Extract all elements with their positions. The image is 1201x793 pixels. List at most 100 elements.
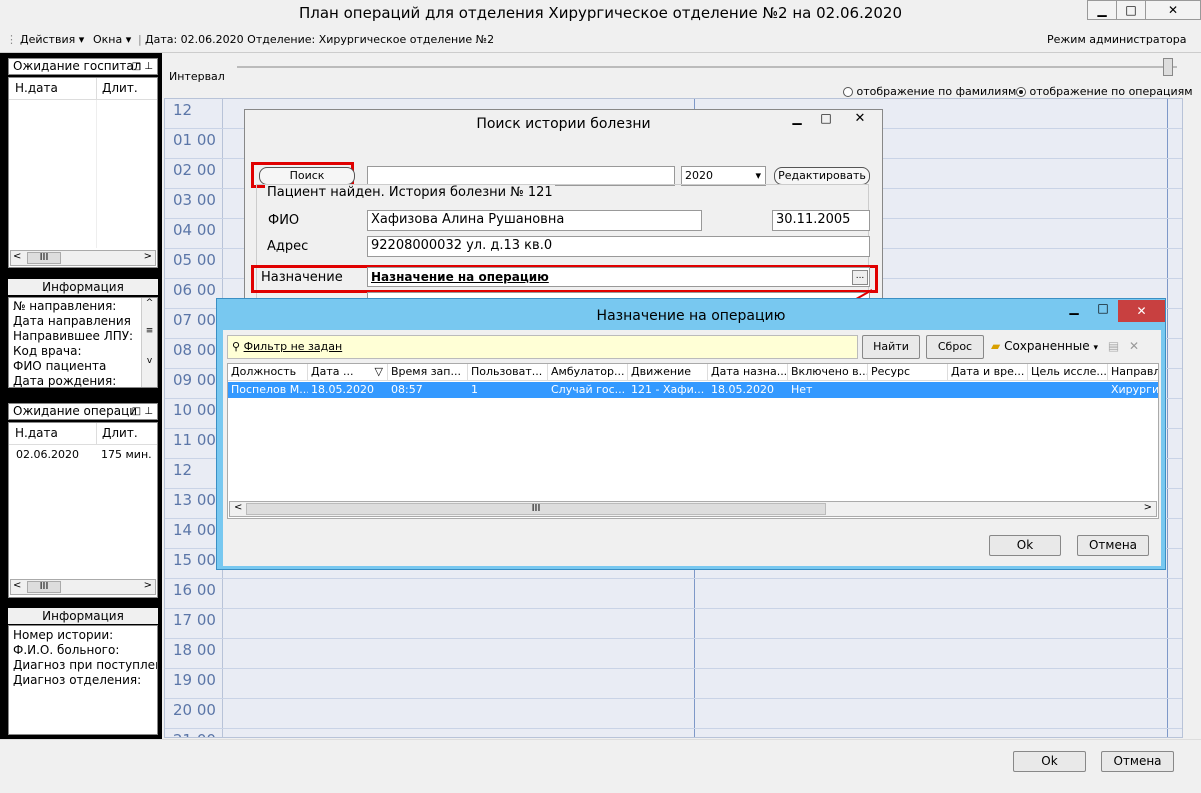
- footer-cancel-button[interactable]: Отмена: [1101, 751, 1174, 772]
- hour-label: 06 00: [173, 281, 216, 299]
- dob-field[interactable]: 30.11.2005: [772, 210, 870, 231]
- close-icon[interactable]: ✕: [1129, 339, 1139, 353]
- info2-title: Информация: [8, 608, 158, 624]
- assign-table: Должность Дата ... ▽ Время зап... Пользов…: [227, 363, 1159, 519]
- info1-line: Код врача:: [13, 344, 82, 358]
- reset-button[interactable]: Сброс: [926, 335, 984, 359]
- dialog-maximize-button[interactable]: □: [1088, 301, 1118, 321]
- hour-label: 20 00: [173, 701, 216, 719]
- saved-menu[interactable]: ▰ Сохраненные ▾ ▤ ✕: [991, 339, 1139, 353]
- assign-dialog-body: ⚲ Фильтр не задан Найти Сброс ▰ Сохранен…: [223, 330, 1161, 566]
- column-header[interactable]: Должность: [228, 364, 308, 380]
- column-header[interactable]: Цель иссле...: [1028, 364, 1108, 380]
- cancel-button[interactable]: Отмена: [1077, 535, 1149, 556]
- dialog-minimize-button[interactable]: ▁: [1059, 301, 1089, 321]
- windows-menu[interactable]: Окна ▾: [93, 28, 131, 52]
- pin-icon[interactable]: □ ⊥: [132, 59, 153, 74]
- col-ndate[interactable]: Н.дата: [15, 423, 58, 443]
- filter-bar[interactable]: ⚲ Фильтр не задан: [227, 335, 858, 359]
- hour-label: 11 00: [173, 431, 216, 449]
- column-header-label: Дата ...: [311, 365, 354, 378]
- radio-circle-icon: [843, 87, 853, 97]
- col-duration[interactable]: Длит.: [96, 78, 138, 100]
- info1-line: Дата рождения:: [13, 374, 117, 388]
- column-header[interactable]: Включено в...: [788, 364, 868, 380]
- search-input[interactable]: [367, 166, 675, 186]
- column-header[interactable]: Дата назна...: [708, 364, 788, 380]
- interval-slider-thumb[interactable]: [1163, 58, 1173, 76]
- op-wait-hscroll[interactable]: < III >: [10, 579, 156, 595]
- op-wait-header: Н.дата Длит.: [9, 423, 157, 445]
- assign-label: Назначение: [261, 270, 343, 285]
- dialog-close-button[interactable]: ✕: [1118, 300, 1165, 322]
- interval-slider-track[interactable]: [237, 66, 1177, 68]
- hour-label: 18 00: [173, 641, 216, 659]
- year-select[interactable]: 2020 ▾: [681, 166, 766, 186]
- ok-button[interactable]: Ok: [989, 535, 1061, 556]
- save-icon[interactable]: ▤: [1108, 339, 1119, 353]
- close-button[interactable]: ✕: [1145, 0, 1201, 20]
- info2-line: Ф.И.О. больного:: [13, 643, 120, 657]
- edit-button[interactable]: Редактировать: [774, 167, 870, 185]
- radio-by-operations[interactable]: отображение по операциям: [1016, 85, 1193, 98]
- info2-line: Номер истории:: [13, 628, 114, 642]
- filter-link[interactable]: Фильтр не задан: [244, 340, 343, 353]
- grip-icon: ⋮: [6, 33, 17, 46]
- dialog-minimize-button[interactable]: ▁: [782, 111, 812, 131]
- maximize-button[interactable]: □: [1116, 0, 1146, 20]
- radio-by-lastname[interactable]: отображение по фамилиям: [843, 85, 1016, 98]
- window-title: План операций для отделения Хирургическо…: [298, 4, 903, 22]
- dialog-close-button[interactable]: ✕: [840, 111, 880, 131]
- column-header[interactable]: Ресурс: [868, 364, 948, 380]
- interval-label: Интервал: [169, 70, 225, 83]
- chevron-down-icon: ▾: [125, 33, 132, 46]
- hour-label: 08 00: [173, 341, 216, 359]
- table-cell: 1: [471, 383, 478, 396]
- table-row[interactable]: Поспелов М... 18.05.2020 08:57 1 Случай …: [228, 382, 1158, 398]
- info1-line: Направившее ЛПУ:: [13, 329, 134, 343]
- hour-label: 19 00: [173, 671, 216, 689]
- chevron-down-icon: ▾: [78, 33, 85, 46]
- assign-dialog-title: Назначение на операцию: [596, 308, 786, 324]
- info1-line: № направления:: [13, 299, 117, 313]
- column-header[interactable]: Движение: [628, 364, 708, 380]
- windows-menu-label: Окна: [93, 33, 123, 46]
- hour-gridline: [165, 608, 1182, 609]
- assign-browse-button[interactable]: ...: [852, 270, 868, 285]
- assign-field[interactable]: Назначение на операцию: [367, 267, 870, 287]
- hosp-wait-hscroll[interactable]: < III >: [10, 250, 156, 266]
- column-header[interactable]: Пользоват...: [468, 364, 548, 380]
- dialog-maximize-button[interactable]: □: [811, 111, 841, 131]
- found-text: Пациент найден. История болезни № 121: [265, 185, 555, 200]
- fio-field[interactable]: Хафизова Алина Рушановна: [367, 210, 702, 231]
- col-ndate[interactable]: Н.дата: [15, 78, 58, 98]
- info1-line: Дата направления: [13, 314, 131, 328]
- minimize-button[interactable]: ▁: [1087, 0, 1117, 20]
- column-header[interactable]: Амбулатор...: [548, 364, 628, 380]
- column-header[interactable]: Дата и вре...: [948, 364, 1028, 380]
- assign-dialog: Назначение на операцию ▁ □ ✕ ⚲ Фильтр не…: [216, 298, 1166, 570]
- table-row[interactable]: 02.06.2020 175 мин.: [9, 447, 157, 463]
- actions-menu[interactable]: Действия ▾: [20, 28, 84, 52]
- hour-label: 10 00: [173, 401, 216, 419]
- col-duration[interactable]: Длит.: [96, 423, 138, 445]
- search-button[interactable]: Поиск: [259, 167, 355, 185]
- column-header[interactable]: Время зап...: [388, 364, 468, 380]
- table-cell: [868, 382, 948, 398]
- address-field[interactable]: 92208000032 ул. д.13 кв.0: [367, 236, 870, 257]
- pin-icon[interactable]: □ ⊥: [132, 404, 153, 419]
- column-header[interactable]: Дата ... ▽: [308, 364, 388, 380]
- hour-label: 05 00: [173, 251, 216, 269]
- find-button[interactable]: Найти: [862, 335, 920, 359]
- assign-field-value: Назначение на операцию: [371, 270, 549, 284]
- info1-panel: № направления: Дата направления Направив…: [8, 297, 158, 388]
- hour-label: 16 00: [173, 581, 216, 599]
- hour-gridline: [165, 578, 1182, 579]
- column-header[interactable]: Направле: [1108, 364, 1158, 380]
- info1-vscroll[interactable]: ^ ≡ v: [141, 298, 157, 387]
- year-select-value: 2020: [685, 169, 713, 182]
- hour-label: 13 00: [173, 491, 216, 509]
- footer-ok-button[interactable]: Ok: [1013, 751, 1086, 772]
- info2-panel: Номер истории: Ф.И.О. больного: Диагноз …: [8, 625, 158, 735]
- assign-table-hscroll[interactable]: < III >: [229, 501, 1157, 517]
